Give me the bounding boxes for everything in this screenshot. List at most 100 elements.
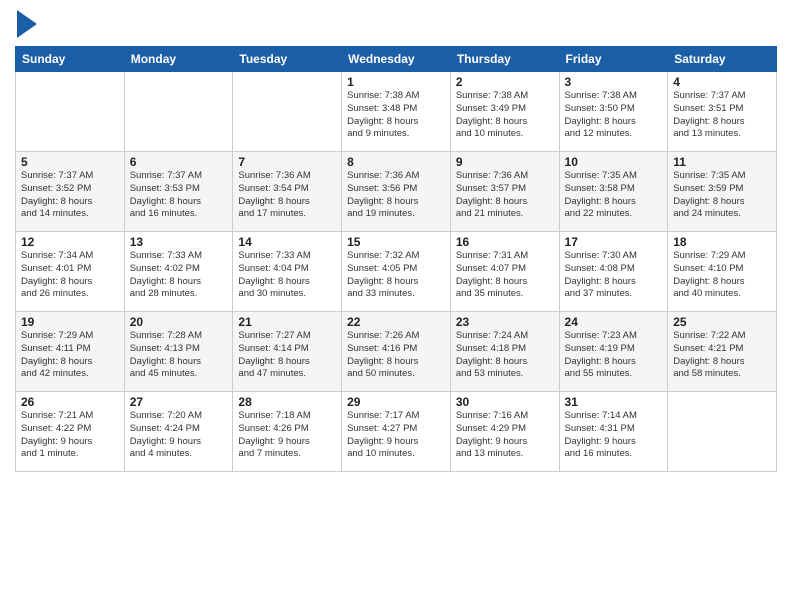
logo-icon [17,10,37,38]
day-info: Sunrise: 7:33 AM Sunset: 4:02 PM Dayligh… [130,250,228,301]
day-info: Sunrise: 7:38 AM Sunset: 3:48 PM Dayligh… [347,90,445,141]
day-number: 28 [238,395,336,409]
day-number: 15 [347,235,445,249]
calendar-cell [668,392,777,472]
calendar-cell: 15Sunrise: 7:32 AM Sunset: 4:05 PM Dayli… [342,232,451,312]
day-info: Sunrise: 7:29 AM Sunset: 4:11 PM Dayligh… [21,330,119,381]
day-number: 7 [238,155,336,169]
day-info: Sunrise: 7:36 AM Sunset: 3:54 PM Dayligh… [238,170,336,221]
calendar-header-row: SundayMondayTuesdayWednesdayThursdayFrid… [16,47,777,72]
day-info: Sunrise: 7:35 AM Sunset: 3:59 PM Dayligh… [673,170,771,221]
calendar-cell: 30Sunrise: 7:16 AM Sunset: 4:29 PM Dayli… [450,392,559,472]
calendar-cell: 24Sunrise: 7:23 AM Sunset: 4:19 PM Dayli… [559,312,668,392]
day-of-week-header: Tuesday [233,47,342,72]
calendar-cell: 20Sunrise: 7:28 AM Sunset: 4:13 PM Dayli… [124,312,233,392]
calendar-cell: 22Sunrise: 7:26 AM Sunset: 4:16 PM Dayli… [342,312,451,392]
day-number: 27 [130,395,228,409]
day-number: 22 [347,315,445,329]
calendar-week-row: 12Sunrise: 7:34 AM Sunset: 4:01 PM Dayli… [16,232,777,312]
calendar-cell: 16Sunrise: 7:31 AM Sunset: 4:07 PM Dayli… [450,232,559,312]
day-number: 20 [130,315,228,329]
day-number: 11 [673,155,771,169]
calendar-cell: 27Sunrise: 7:20 AM Sunset: 4:24 PM Dayli… [124,392,233,472]
calendar-cell: 12Sunrise: 7:34 AM Sunset: 4:01 PM Dayli… [16,232,125,312]
calendar-cell: 29Sunrise: 7:17 AM Sunset: 4:27 PM Dayli… [342,392,451,472]
calendar-week-row: 5Sunrise: 7:37 AM Sunset: 3:52 PM Daylig… [16,152,777,232]
day-info: Sunrise: 7:32 AM Sunset: 4:05 PM Dayligh… [347,250,445,301]
calendar-cell: 17Sunrise: 7:30 AM Sunset: 4:08 PM Dayli… [559,232,668,312]
calendar-cell: 2Sunrise: 7:38 AM Sunset: 3:49 PM Daylig… [450,72,559,152]
day-info: Sunrise: 7:35 AM Sunset: 3:58 PM Dayligh… [565,170,663,221]
day-number: 23 [456,315,554,329]
day-number: 1 [347,75,445,89]
day-info: Sunrise: 7:14 AM Sunset: 4:31 PM Dayligh… [565,410,663,461]
day-info: Sunrise: 7:17 AM Sunset: 4:27 PM Dayligh… [347,410,445,461]
day-number: 4 [673,75,771,89]
calendar-cell: 23Sunrise: 7:24 AM Sunset: 4:18 PM Dayli… [450,312,559,392]
day-info: Sunrise: 7:20 AM Sunset: 4:24 PM Dayligh… [130,410,228,461]
calendar-cell: 31Sunrise: 7:14 AM Sunset: 4:31 PM Dayli… [559,392,668,472]
day-number: 29 [347,395,445,409]
day-info: Sunrise: 7:38 AM Sunset: 3:50 PM Dayligh… [565,90,663,141]
calendar-cell: 5Sunrise: 7:37 AM Sunset: 3:52 PM Daylig… [16,152,125,232]
logo [15,10,37,38]
day-number: 6 [130,155,228,169]
calendar-cell: 4Sunrise: 7:37 AM Sunset: 3:51 PM Daylig… [668,72,777,152]
day-of-week-header: Sunday [16,47,125,72]
day-info: Sunrise: 7:22 AM Sunset: 4:21 PM Dayligh… [673,330,771,381]
calendar-cell: 28Sunrise: 7:18 AM Sunset: 4:26 PM Dayli… [233,392,342,472]
calendar-cell: 9Sunrise: 7:36 AM Sunset: 3:57 PM Daylig… [450,152,559,232]
day-info: Sunrise: 7:31 AM Sunset: 4:07 PM Dayligh… [456,250,554,301]
page-container: SundayMondayTuesdayWednesdayThursdayFrid… [0,0,792,477]
day-number: 19 [21,315,119,329]
calendar-week-row: 19Sunrise: 7:29 AM Sunset: 4:11 PM Dayli… [16,312,777,392]
calendar-cell: 3Sunrise: 7:38 AM Sunset: 3:50 PM Daylig… [559,72,668,152]
day-number: 5 [21,155,119,169]
day-info: Sunrise: 7:26 AM Sunset: 4:16 PM Dayligh… [347,330,445,381]
calendar-cell [124,72,233,152]
day-number: 26 [21,395,119,409]
calendar-cell: 8Sunrise: 7:36 AM Sunset: 3:56 PM Daylig… [342,152,451,232]
day-number: 18 [673,235,771,249]
day-info: Sunrise: 7:38 AM Sunset: 3:49 PM Dayligh… [456,90,554,141]
day-info: Sunrise: 7:27 AM Sunset: 4:14 PM Dayligh… [238,330,336,381]
day-number: 8 [347,155,445,169]
day-of-week-header: Monday [124,47,233,72]
day-number: 16 [456,235,554,249]
day-number: 14 [238,235,336,249]
day-number: 30 [456,395,554,409]
day-info: Sunrise: 7:37 AM Sunset: 3:52 PM Dayligh… [21,170,119,221]
day-info: Sunrise: 7:28 AM Sunset: 4:13 PM Dayligh… [130,330,228,381]
day-info: Sunrise: 7:37 AM Sunset: 3:51 PM Dayligh… [673,90,771,141]
calendar-table: SundayMondayTuesdayWednesdayThursdayFrid… [15,46,777,472]
day-info: Sunrise: 7:36 AM Sunset: 3:57 PM Dayligh… [456,170,554,221]
day-info: Sunrise: 7:34 AM Sunset: 4:01 PM Dayligh… [21,250,119,301]
day-info: Sunrise: 7:37 AM Sunset: 3:53 PM Dayligh… [130,170,228,221]
day-info: Sunrise: 7:16 AM Sunset: 4:29 PM Dayligh… [456,410,554,461]
day-number: 3 [565,75,663,89]
day-number: 12 [21,235,119,249]
day-info: Sunrise: 7:36 AM Sunset: 3:56 PM Dayligh… [347,170,445,221]
day-of-week-header: Saturday [668,47,777,72]
calendar-cell: 10Sunrise: 7:35 AM Sunset: 3:58 PM Dayli… [559,152,668,232]
day-info: Sunrise: 7:24 AM Sunset: 4:18 PM Dayligh… [456,330,554,381]
day-number: 31 [565,395,663,409]
calendar-cell: 25Sunrise: 7:22 AM Sunset: 4:21 PM Dayli… [668,312,777,392]
day-number: 17 [565,235,663,249]
calendar-cell: 21Sunrise: 7:27 AM Sunset: 4:14 PM Dayli… [233,312,342,392]
calendar-cell: 6Sunrise: 7:37 AM Sunset: 3:53 PM Daylig… [124,152,233,232]
day-info: Sunrise: 7:23 AM Sunset: 4:19 PM Dayligh… [565,330,663,381]
calendar-cell: 1Sunrise: 7:38 AM Sunset: 3:48 PM Daylig… [342,72,451,152]
calendar-cell: 19Sunrise: 7:29 AM Sunset: 4:11 PM Dayli… [16,312,125,392]
header [15,10,777,38]
day-info: Sunrise: 7:29 AM Sunset: 4:10 PM Dayligh… [673,250,771,301]
calendar-cell: 26Sunrise: 7:21 AM Sunset: 4:22 PM Dayli… [16,392,125,472]
day-of-week-header: Thursday [450,47,559,72]
day-number: 10 [565,155,663,169]
day-number: 9 [456,155,554,169]
day-info: Sunrise: 7:33 AM Sunset: 4:04 PM Dayligh… [238,250,336,301]
calendar-week-row: 1Sunrise: 7:38 AM Sunset: 3:48 PM Daylig… [16,72,777,152]
day-number: 25 [673,315,771,329]
day-number: 24 [565,315,663,329]
day-of-week-header: Friday [559,47,668,72]
